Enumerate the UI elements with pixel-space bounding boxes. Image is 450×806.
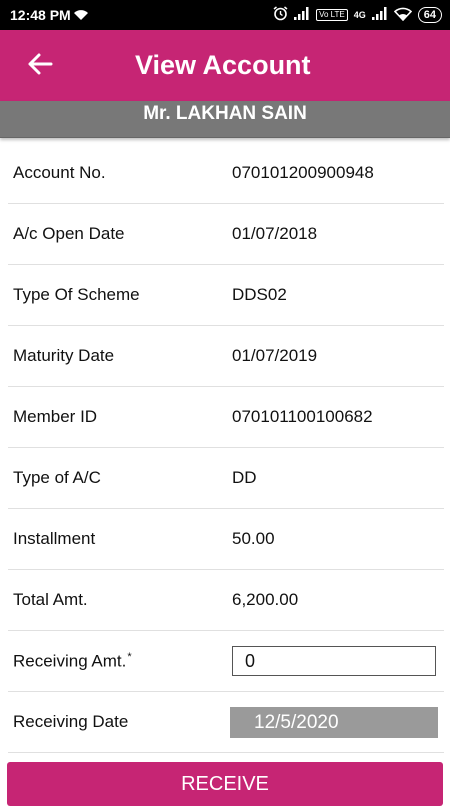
wifi-icon — [393, 7, 412, 24]
arrow-left-icon — [27, 52, 53, 81]
field-label: Maturity Date — [13, 346, 115, 365]
field-label: Installment — [13, 529, 96, 548]
receiving-amount-input[interactable] — [232, 646, 436, 676]
field-value: 01/07/2018 — [232, 224, 318, 243]
battery-indicator: 64 — [417, 7, 442, 23]
network-type: 4G — [353, 10, 366, 20]
receiving-amount-label: Receiving Amt.* — [13, 651, 132, 672]
field-label: Account No. — [13, 163, 106, 182]
field-value: DDS02 — [232, 285, 287, 304]
field-label: Type Of Scheme — [13, 285, 140, 304]
field-value: DD — [232, 468, 257, 487]
row-scheme: Type Of Scheme DDS02 — [8, 265, 444, 326]
status-bar: 12:48 PM Vo LTE 4G 64 — [0, 0, 450, 30]
row-account-type: Type of A/C DD — [8, 448, 444, 509]
field-label: Member ID — [13, 407, 98, 426]
signal-icon-2 — [371, 7, 388, 23]
row-total-amount: Total Amt. 6,200.00 — [8, 570, 444, 631]
row-receiving-amount: Receiving Amt.* — [8, 631, 444, 692]
back-button[interactable] — [22, 48, 58, 84]
row-open-date: A/c Open Date 01/07/2018 — [8, 204, 444, 265]
field-value: 01/07/2019 — [232, 346, 318, 365]
field-label: A/c Open Date — [13, 224, 125, 243]
row-installment: Installment 50.00 — [8, 509, 444, 570]
row-member-id: Member ID 070101100100682 — [8, 387, 444, 448]
field-label: Type of A/C — [13, 468, 101, 487]
customer-name: Mr. LAKHAN SAIN — [0, 101, 450, 138]
field-label: Total Amt. — [13, 590, 88, 609]
receive-button[interactable]: RECEIVE — [7, 762, 443, 806]
field-value: 6,200.00 — [232, 590, 299, 609]
receiving-date-picker[interactable]: 12/5/2020 — [230, 707, 438, 738]
wifi-status-icon — [73, 8, 89, 24]
row-receiving-date: Receiving Date 12/5/2020 — [8, 692, 444, 753]
row-maturity-date: Maturity Date 01/07/2019 — [8, 326, 444, 387]
volte-badge: Vo LTE — [316, 9, 348, 21]
field-value: 070101200900948 — [232, 163, 374, 182]
field-label: Receiving Date — [13, 712, 129, 731]
row-account-no: Account No. 070101200900948 — [8, 143, 444, 204]
app-bar: View Account — [0, 30, 450, 101]
account-details: Account No. 070101200900948 A/c Open Dat… — [8, 143, 444, 753]
page-title: View Account — [135, 50, 311, 80]
alarm-icon — [273, 6, 288, 24]
signal-icon — [294, 7, 310, 23]
receiving-amount-label-text: Receiving Amt. — [13, 651, 127, 671]
status-right: Vo LTE 4G 64 — [273, 6, 442, 24]
required-mark: * — [127, 651, 132, 663]
status-time: 12:48 PM — [10, 7, 71, 23]
field-value: 070101100100682 — [232, 407, 373, 426]
field-value: 50.00 — [232, 529, 275, 548]
